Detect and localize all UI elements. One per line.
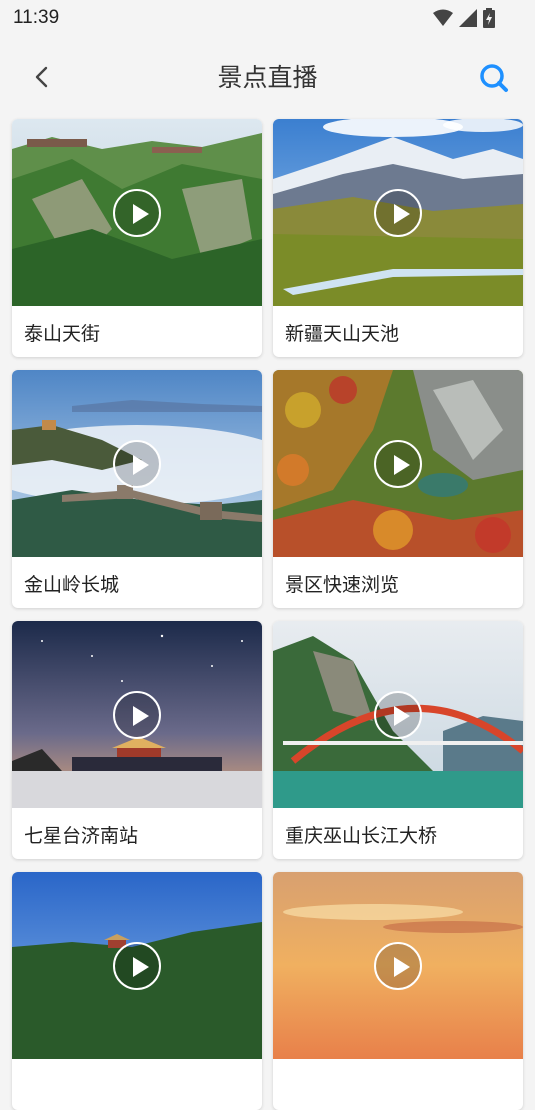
card-title: 金山岭长城 xyxy=(24,574,120,596)
card-tianshan-tianchi[interactable]: 新疆天山天池 xyxy=(273,119,523,357)
play-icon[interactable] xyxy=(113,189,161,237)
card-pavilion[interactable] xyxy=(12,872,262,1110)
status-bar: 11:39 xyxy=(0,0,535,38)
search-icon[interactable] xyxy=(478,62,510,94)
card-title: 新疆天山天池 xyxy=(285,323,400,345)
status-icons xyxy=(433,8,495,28)
play-icon[interactable] xyxy=(113,440,161,488)
card-wushan-bridge[interactable]: 重庆巫山长江大桥 xyxy=(273,621,523,859)
play-icon[interactable] xyxy=(374,189,422,237)
card-title: 重庆巫山长江大桥 xyxy=(285,825,438,847)
card-title: 泰山天街 xyxy=(24,323,101,345)
card-sunset[interactable] xyxy=(273,872,523,1110)
card-title: 景区快速浏览 xyxy=(285,574,400,596)
card-taishan[interactable]: 泰山天街 xyxy=(12,119,262,357)
cell-signal-icon xyxy=(459,9,477,27)
wifi-icon xyxy=(433,9,453,26)
play-icon[interactable] xyxy=(113,942,161,990)
play-icon[interactable] xyxy=(374,691,422,739)
play-icon[interactable] xyxy=(374,942,422,990)
page-title: 景点直播 xyxy=(217,63,318,92)
nav-bar: 景点直播 xyxy=(0,38,535,116)
card-jinshanling[interactable]: 金山岭长城 xyxy=(12,370,262,608)
status-time: 11:39 xyxy=(13,7,60,28)
card-qixingtai[interactable]: 七星台济南站 xyxy=(12,621,262,859)
play-icon[interactable] xyxy=(374,440,422,488)
play-icon[interactable] xyxy=(113,691,161,739)
card-title: 七星台济南站 xyxy=(24,825,139,847)
card-quick-browse[interactable]: 景区快速浏览 xyxy=(273,370,523,608)
battery-icon xyxy=(483,8,495,28)
